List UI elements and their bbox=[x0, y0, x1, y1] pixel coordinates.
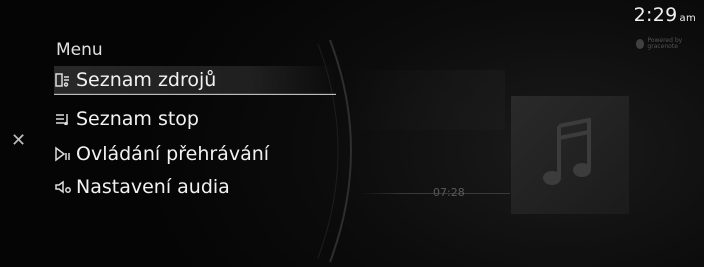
menu-item-track-list[interactable]: Seznam stop bbox=[54, 105, 336, 133]
sources-list-icon bbox=[55, 73, 69, 87]
menu-item-audio-settings[interactable]: Nastavení audia bbox=[54, 173, 336, 201]
gracenote-logo-text: Powered by gracenote bbox=[647, 37, 683, 50]
clock: 2:29 am bbox=[634, 4, 696, 26]
menu-list: Seznam zdrojů Seznam stop Ovládání přehr… bbox=[40, 66, 340, 226]
menu-item-label: Nastavení audia bbox=[76, 176, 230, 198]
infotainment-screen: 07:28 2:29 am Powered by gracenote ✕ Menu… bbox=[0, 0, 704, 267]
clock-time: 2:29 bbox=[633, 4, 678, 26]
menu-item-sources-list[interactable]: Seznam zdrojů bbox=[54, 66, 336, 95]
clock-ampm: am bbox=[679, 13, 696, 24]
gracenote-logo: Powered by gracenote bbox=[636, 38, 704, 50]
menu-item-playback-control[interactable]: Ovládání přehrávání bbox=[54, 140, 336, 168]
menu-item-label: Seznam zdrojů bbox=[76, 69, 217, 91]
track-list-icon bbox=[56, 114, 68, 126]
playback-control-icon bbox=[55, 146, 70, 162]
menu-item-label: Seznam stop bbox=[76, 108, 199, 130]
gracenote-logo-icon bbox=[636, 39, 645, 49]
audio-settings-icon bbox=[55, 180, 71, 194]
close-icon[interactable]: ✕ bbox=[11, 130, 26, 151]
menu-item-label: Ovládání přehrávání bbox=[76, 143, 270, 165]
menu-title: Menu bbox=[56, 40, 103, 60]
